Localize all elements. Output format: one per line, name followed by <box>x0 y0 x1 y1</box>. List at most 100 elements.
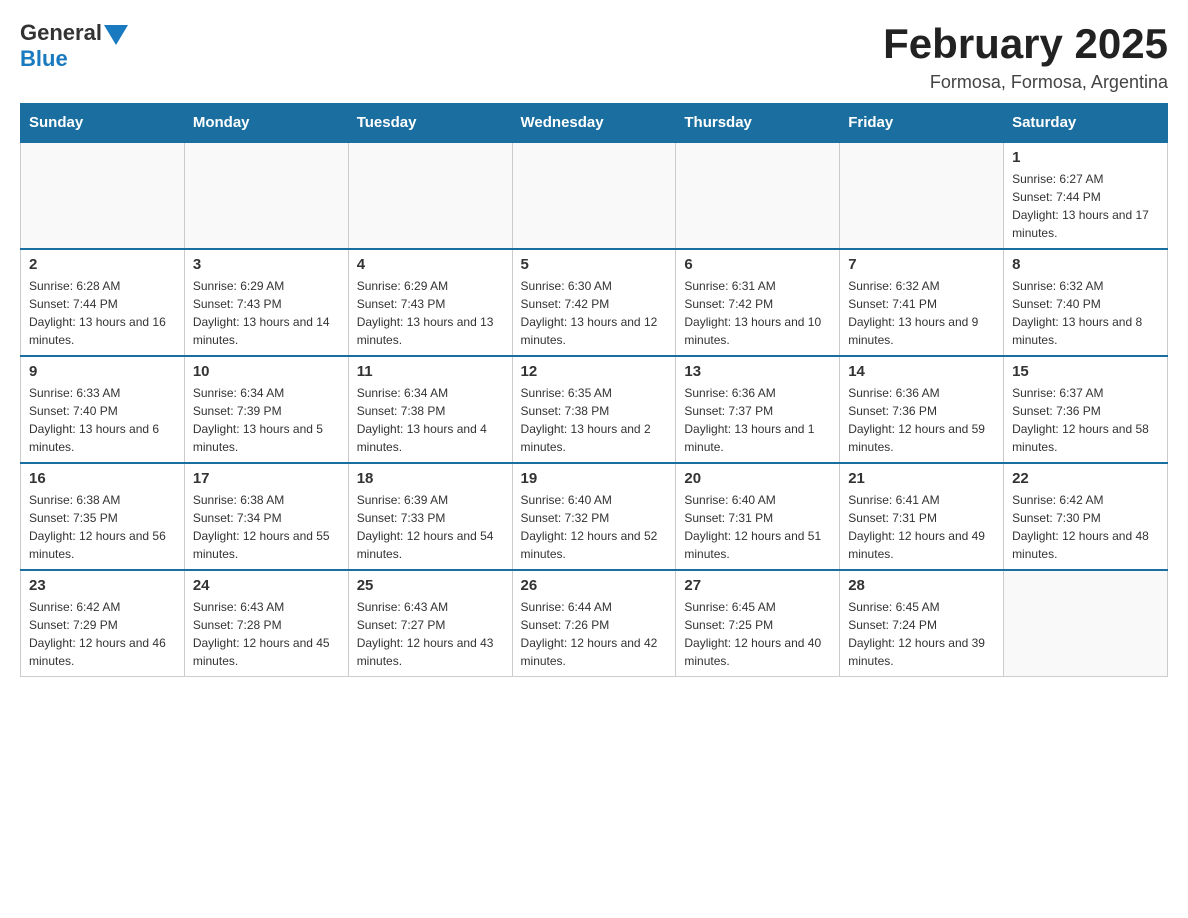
day-number: 5 <box>521 256 668 273</box>
table-row: 14 Sunrise: 6:36 AM Sunset: 7:36 PM Dayli… <box>840 356 1004 463</box>
table-row: 7 Sunrise: 6:32 AM Sunset: 7:41 PM Daylig… <box>840 249 1004 356</box>
day-number: 10 <box>193 363 340 380</box>
day-number: 9 <box>29 363 176 380</box>
day-number: 6 <box>684 256 831 273</box>
logo: General Blue <box>20 20 128 72</box>
table-row: 20 Sunrise: 6:40 AM Sunset: 7:31 PM Dayli… <box>676 463 840 570</box>
day-info: Sunrise: 6:41 AM Sunset: 7:31 PM Dayligh… <box>848 491 995 563</box>
day-info: Sunrise: 6:32 AM Sunset: 7:40 PM Dayligh… <box>1012 277 1159 349</box>
table-row: 25 Sunrise: 6:43 AM Sunset: 7:27 PM Dayli… <box>348 570 512 677</box>
day-info: Sunrise: 6:38 AM Sunset: 7:34 PM Dayligh… <box>193 491 340 563</box>
table-row <box>676 142 840 249</box>
logo-arrow-icon <box>104 25 128 45</box>
table-row: 26 Sunrise: 6:44 AM Sunset: 7:26 PM Dayli… <box>512 570 676 677</box>
table-row: 10 Sunrise: 6:34 AM Sunset: 7:39 PM Dayli… <box>184 356 348 463</box>
day-info: Sunrise: 6:43 AM Sunset: 7:27 PM Dayligh… <box>357 598 504 670</box>
day-number: 3 <box>193 256 340 273</box>
day-number: 26 <box>521 577 668 594</box>
table-row: 8 Sunrise: 6:32 AM Sunset: 7:40 PM Daylig… <box>1004 249 1168 356</box>
day-info: Sunrise: 6:43 AM Sunset: 7:28 PM Dayligh… <box>193 598 340 670</box>
calendar-week-row: 23 Sunrise: 6:42 AM Sunset: 7:29 PM Dayli… <box>21 570 1168 677</box>
table-row: 15Sunrise: 6:37 AM Sunset: 7:36 PM Dayli… <box>1004 356 1168 463</box>
table-row: 21 Sunrise: 6:41 AM Sunset: 7:31 PM Dayli… <box>840 463 1004 570</box>
table-row: 28 Sunrise: 6:45 AM Sunset: 7:24 PM Dayli… <box>840 570 1004 677</box>
day-info: Sunrise: 6:44 AM Sunset: 7:26 PM Dayligh… <box>521 598 668 670</box>
table-row <box>1004 570 1168 677</box>
table-row: 1Sunrise: 6:27 AM Sunset: 7:44 PM Daylig… <box>1004 142 1168 249</box>
day-info: Sunrise: 6:42 AM Sunset: 7:29 PM Dayligh… <box>29 598 176 670</box>
calendar-week-row: 9 Sunrise: 6:33 AM Sunset: 7:40 PM Daylig… <box>21 356 1168 463</box>
header-sunday: Sunday <box>21 104 185 143</box>
table-row: 24 Sunrise: 6:43 AM Sunset: 7:28 PM Dayli… <box>184 570 348 677</box>
table-row: 9 Sunrise: 6:33 AM Sunset: 7:40 PM Daylig… <box>21 356 185 463</box>
day-info: Sunrise: 6:45 AM Sunset: 7:25 PM Dayligh… <box>684 598 831 670</box>
day-number: 19 <box>521 470 668 487</box>
day-number: 7 <box>848 256 995 273</box>
calendar-week-row: 2Sunrise: 6:28 AM Sunset: 7:44 PM Daylig… <box>21 249 1168 356</box>
logo-blue-text: Blue <box>20 46 68 72</box>
calendar-week-row: 1Sunrise: 6:27 AM Sunset: 7:44 PM Daylig… <box>21 142 1168 249</box>
calendar-table: Sunday Monday Tuesday Wednesday Thursday… <box>20 103 1168 677</box>
header-wednesday: Wednesday <box>512 104 676 143</box>
table-row <box>512 142 676 249</box>
header-saturday: Saturday <box>1004 104 1168 143</box>
table-row: 13 Sunrise: 6:36 AM Sunset: 7:37 PM Dayli… <box>676 356 840 463</box>
day-info: Sunrise: 6:32 AM Sunset: 7:41 PM Dayligh… <box>848 277 995 349</box>
day-info: Sunrise: 6:36 AM Sunset: 7:36 PM Dayligh… <box>848 384 995 456</box>
table-row: 5 Sunrise: 6:30 AM Sunset: 7:42 PM Daylig… <box>512 249 676 356</box>
table-row: 16Sunrise: 6:38 AM Sunset: 7:35 PM Dayli… <box>21 463 185 570</box>
table-row: 3Sunrise: 6:29 AM Sunset: 7:43 PM Daylig… <box>184 249 348 356</box>
day-info: Sunrise: 6:40 AM Sunset: 7:32 PM Dayligh… <box>521 491 668 563</box>
title-section: February 2025 Formosa, Formosa, Argentin… <box>883 20 1168 93</box>
day-info: Sunrise: 6:37 AM Sunset: 7:36 PM Dayligh… <box>1012 384 1159 456</box>
day-number: 13 <box>684 363 831 380</box>
day-info: Sunrise: 6:33 AM Sunset: 7:40 PM Dayligh… <box>29 384 176 456</box>
day-number: 11 <box>357 363 504 380</box>
table-row: 6 Sunrise: 6:31 AM Sunset: 7:42 PM Daylig… <box>676 249 840 356</box>
day-number: 25 <box>357 577 504 594</box>
table-row: 4Sunrise: 6:29 AM Sunset: 7:43 PM Daylig… <box>348 249 512 356</box>
day-info: Sunrise: 6:35 AM Sunset: 7:38 PM Dayligh… <box>521 384 668 456</box>
day-number: 27 <box>684 577 831 594</box>
day-number: 8 <box>1012 256 1159 273</box>
table-row <box>21 142 185 249</box>
day-info: Sunrise: 6:31 AM Sunset: 7:42 PM Dayligh… <box>684 277 831 349</box>
day-info: Sunrise: 6:39 AM Sunset: 7:33 PM Dayligh… <box>357 491 504 563</box>
day-info: Sunrise: 6:40 AM Sunset: 7:31 PM Dayligh… <box>684 491 831 563</box>
header-friday: Friday <box>840 104 1004 143</box>
day-number: 28 <box>848 577 995 594</box>
day-number: 1 <box>1012 149 1159 166</box>
day-info: Sunrise: 6:34 AM Sunset: 7:38 PM Dayligh… <box>357 384 504 456</box>
day-number: 21 <box>848 470 995 487</box>
day-number: 18 <box>357 470 504 487</box>
month-title: February 2025 <box>883 20 1168 68</box>
table-row: 18 Sunrise: 6:39 AM Sunset: 7:33 PM Dayli… <box>348 463 512 570</box>
day-number: 14 <box>848 363 995 380</box>
day-info: Sunrise: 6:36 AM Sunset: 7:37 PM Dayligh… <box>684 384 831 456</box>
day-number: 24 <box>193 577 340 594</box>
table-row: 11 Sunrise: 6:34 AM Sunset: 7:38 PM Dayli… <box>348 356 512 463</box>
table-row: 19 Sunrise: 6:40 AM Sunset: 7:32 PM Dayli… <box>512 463 676 570</box>
day-number: 23 <box>29 577 176 594</box>
header-thursday: Thursday <box>676 104 840 143</box>
table-row: 17 Sunrise: 6:38 AM Sunset: 7:34 PM Dayli… <box>184 463 348 570</box>
table-row: 22Sunrise: 6:42 AM Sunset: 7:30 PM Dayli… <box>1004 463 1168 570</box>
day-info: Sunrise: 6:29 AM Sunset: 7:43 PM Dayligh… <box>357 277 504 349</box>
day-info: Sunrise: 6:34 AM Sunset: 7:39 PM Dayligh… <box>193 384 340 456</box>
location: Formosa, Formosa, Argentina <box>883 72 1168 93</box>
day-info: Sunrise: 6:28 AM Sunset: 7:44 PM Dayligh… <box>29 277 176 349</box>
day-number: 17 <box>193 470 340 487</box>
table-row <box>184 142 348 249</box>
table-row: 12Sunrise: 6:35 AM Sunset: 7:38 PM Dayli… <box>512 356 676 463</box>
day-number: 20 <box>684 470 831 487</box>
day-number: 16 <box>29 470 176 487</box>
day-number: 22 <box>1012 470 1159 487</box>
table-row: 27 Sunrise: 6:45 AM Sunset: 7:25 PM Dayli… <box>676 570 840 677</box>
calendar-week-row: 16Sunrise: 6:38 AM Sunset: 7:35 PM Dayli… <box>21 463 1168 570</box>
table-row <box>348 142 512 249</box>
header-tuesday: Tuesday <box>348 104 512 143</box>
day-info: Sunrise: 6:30 AM Sunset: 7:42 PM Dayligh… <box>521 277 668 349</box>
logo-general-text: General <box>20 20 102 46</box>
day-info: Sunrise: 6:45 AM Sunset: 7:24 PM Dayligh… <box>848 598 995 670</box>
page-header: General Blue February 2025 Formosa, Form… <box>20 20 1168 93</box>
